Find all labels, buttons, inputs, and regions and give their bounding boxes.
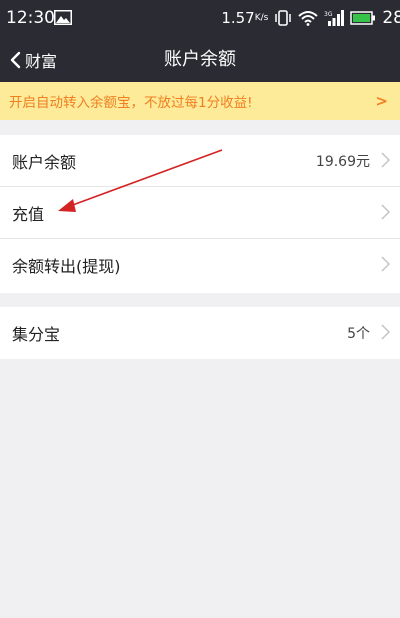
row-label: 账户余额	[12, 152, 77, 172]
vibrate-icon	[275, 10, 292, 26]
svg-text:3G: 3G	[324, 11, 333, 18]
network-speed: 1.57K/s	[221, 8, 268, 28]
chevron-right-icon	[381, 256, 390, 272]
row-label: 集分宝	[12, 325, 61, 344]
chevron-right-icon	[381, 152, 390, 168]
battery-icon	[350, 11, 376, 25]
page-title: 账户余额	[164, 49, 236, 70]
signal-icon: 3G	[324, 10, 345, 26]
auto-transfer-banner[interactable]: 开启自动转入余额宝，不放过每1分收益! >	[0, 82, 400, 120]
row-label: 余额转出(提现)	[12, 257, 121, 276]
balance-list: 账户余额 19.69元 充值 余额转出(提现)	[0, 135, 400, 293]
network-speed-unit: K/s	[254, 13, 269, 23]
network-speed-value: 1.57	[221, 9, 255, 27]
points-list: 集分宝 5个	[0, 307, 400, 359]
list-item-balance[interactable]: 账户余额 19.69元	[0, 135, 400, 187]
back-arrow-icon	[10, 51, 21, 69]
banner-text: 开启自动转入余额宝，不放过每1分收益!	[9, 95, 253, 111]
row-label: 充值	[12, 204, 45, 224]
chevron-right-icon	[381, 324, 390, 340]
back-button[interactable]: 财富	[10, 38, 57, 82]
chevron-right-icon	[381, 204, 390, 220]
banner-arrow-icon: >	[375, 92, 388, 110]
list-item-withdraw[interactable]: 余额转出(提现)	[0, 239, 400, 291]
nav-bar: 财富 账户余额	[0, 38, 400, 82]
list-item-recharge[interactable]: 充值	[0, 187, 400, 239]
status-bar: 12:30 1.57K/s 3G 28	[0, 0, 400, 38]
list-item-points[interactable]: 集分宝 5个	[0, 307, 400, 359]
status-time: 12:30	[6, 8, 55, 28]
image-icon	[54, 10, 72, 25]
status-right-group: 1.57K/s 3G 28	[215, 8, 400, 28]
back-label: 财富	[25, 52, 58, 71]
row-value: 5个	[347, 326, 370, 342]
battery-level: 28	[382, 8, 400, 28]
row-value: 19.69元	[315, 153, 370, 170]
wifi-icon	[298, 11, 319, 26]
